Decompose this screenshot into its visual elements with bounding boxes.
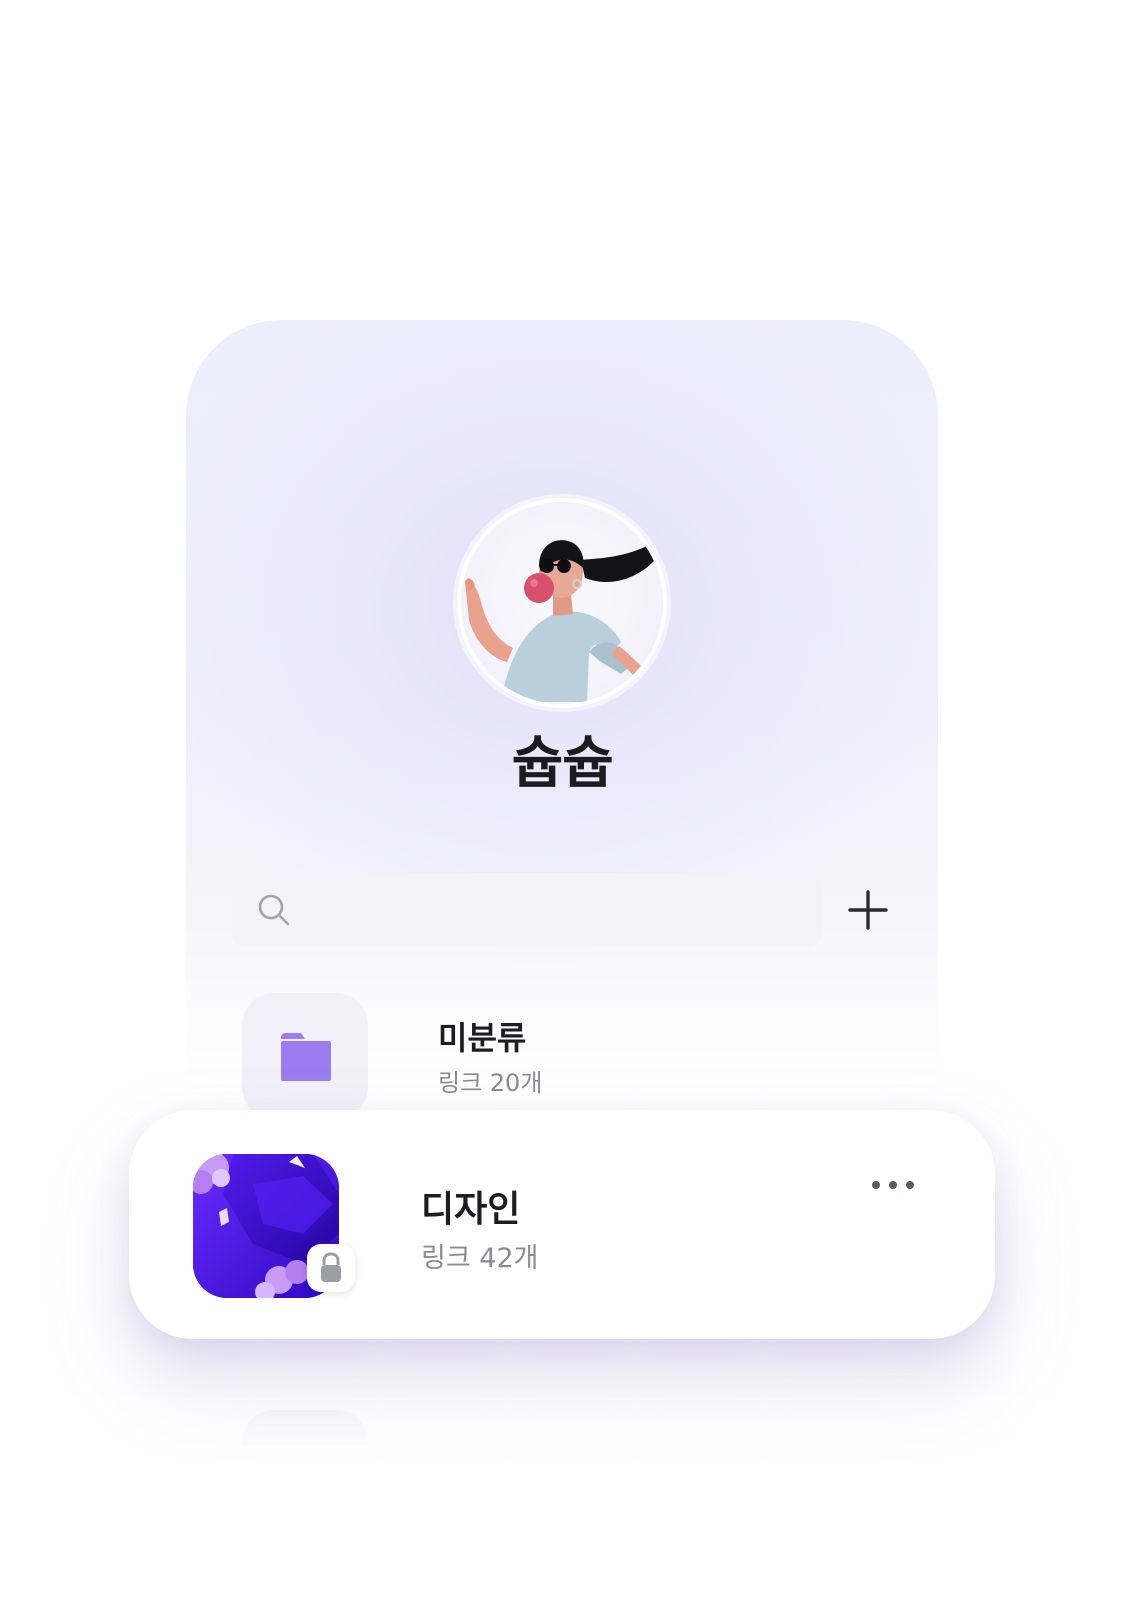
profile-username: 슙슙 xyxy=(511,731,614,796)
avatar[interactable] xyxy=(457,498,667,708)
folder-icon xyxy=(281,1033,331,1081)
folder-title: 디자인 xyxy=(421,1189,521,1230)
avatar-character-icon xyxy=(465,540,658,702)
folder-card-design[interactable]: 디자인 링크 42개 xyxy=(129,1110,995,1339)
lock-icon xyxy=(321,1252,341,1282)
folder-link-count: 링크 42개 xyxy=(421,1243,539,1274)
app-screen: 슙슙 미분류 링크 20개 디자인 링크 42개 xyxy=(0,0,1125,1605)
folder-list-item[interactable]: 미분류 링크 20개 xyxy=(242,993,882,1123)
folder-title: 미분류 xyxy=(438,1019,527,1057)
search-icon xyxy=(258,894,290,926)
more-options-button[interactable] xyxy=(869,1170,919,1200)
search-input[interactable] xyxy=(232,873,822,947)
folder-tile-partial xyxy=(242,1410,368,1450)
folder-link-count: 링크 20개 xyxy=(438,1069,543,1097)
lock-badge xyxy=(307,1244,355,1292)
avatar-illustration xyxy=(461,502,663,704)
add-folder-button[interactable] xyxy=(846,888,890,932)
folder-tile xyxy=(242,993,368,1119)
